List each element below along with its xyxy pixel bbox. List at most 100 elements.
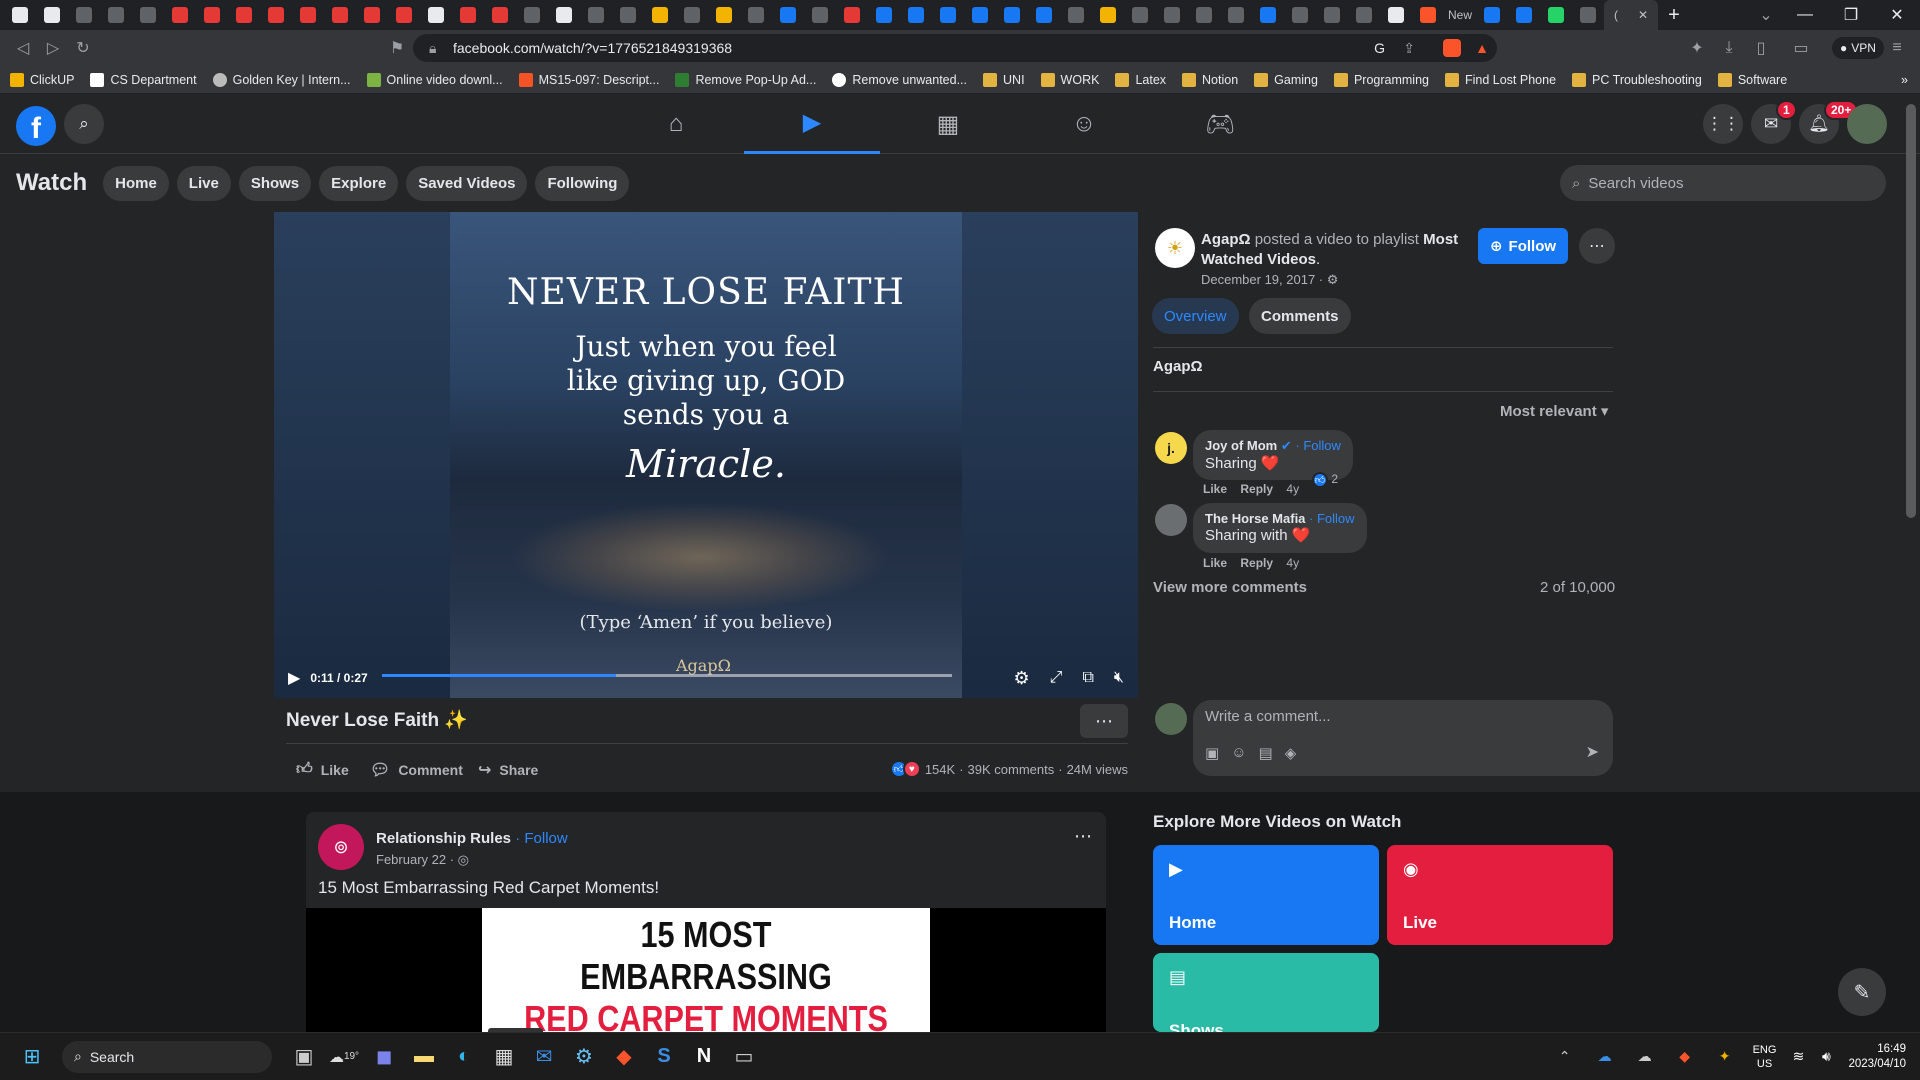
notion-icon[interactable]: N (684, 1037, 724, 1077)
watch-tab-live[interactable]: Live (176, 165, 231, 201)
play-icon[interactable]: ▶ (288, 668, 300, 688)
browser-tab[interactable] (708, 0, 740, 30)
menu-icon[interactable]: ≡ (1882, 33, 1912, 63)
share-button[interactable]: ↪ Share (478, 760, 538, 780)
browser-tab[interactable] (932, 0, 964, 30)
like-button[interactable]: 👍︎ Like (296, 760, 349, 779)
browser-tab[interactable] (132, 0, 164, 30)
view-more-comments-link[interactable]: View more comments (1153, 579, 1307, 596)
facebook-logo-icon[interactable]: f (16, 106, 56, 146)
watch-tab-saved[interactable]: Saved Videos (406, 165, 528, 201)
browser-tab[interactable] (1316, 0, 1348, 30)
app-s-icon[interactable]: S (644, 1037, 684, 1077)
browser-tab[interactable] (548, 0, 580, 30)
downloads-icon[interactable]: ⤓ (1714, 33, 1744, 63)
bookmark-folder[interactable]: Gaming (1254, 72, 1318, 87)
browser-tab-active[interactable]: ( ✕ (1604, 0, 1658, 30)
bookmark-item[interactable]: Online video downl... (366, 72, 503, 87)
new-message-button[interactable]: ✎ (1838, 968, 1886, 1016)
extensions-icon[interactable]: ✦ (1682, 33, 1712, 63)
menu-grid-icon[interactable]: ⋮⋮ (1703, 104, 1743, 144)
browser-tab[interactable] (1092, 0, 1124, 30)
bookmark-folder[interactable]: Latex (1115, 72, 1166, 87)
browser-tab[interactable] (324, 0, 356, 30)
search-icon[interactable]: ⌕ (64, 104, 104, 144)
browser-tab[interactable] (612, 0, 644, 30)
bookmarks-overflow-icon[interactable]: » (1901, 73, 1908, 87)
browser-tab[interactable] (964, 0, 996, 30)
browser-tab[interactable] (740, 0, 772, 30)
browser-tab[interactable] (1220, 0, 1252, 30)
store-icon[interactable]: ▦ (484, 1037, 524, 1077)
comment-reply-link[interactable]: Reply (1240, 482, 1273, 496)
browser-tab[interactable] (36, 0, 68, 30)
browser-tab[interactable] (1508, 0, 1540, 30)
video-player[interactable]: NEVER LOSE FAITH Just when you feel like… (274, 212, 1138, 698)
follow-button[interactable]: ⊕ Follow (1478, 228, 1568, 264)
browser-tab[interactable] (1188, 0, 1220, 30)
fullscreen-icon[interactable]: ⤢ (1050, 669, 1063, 687)
browser-tab[interactable] (1380, 0, 1412, 30)
commenter-follow[interactable]: · Follow (1309, 511, 1355, 526)
wifi-icon[interactable]: ≋ (1784, 1037, 1812, 1077)
bookmark-folder[interactable]: Notion (1182, 72, 1238, 87)
tab-comments[interactable]: Comments (1249, 298, 1351, 334)
bookmark-item[interactable]: ClickUP (10, 72, 74, 87)
edge-icon[interactable]: ◐ (444, 1037, 484, 1077)
more-options-button[interactable]: ⋯ (1080, 704, 1128, 738)
feed-author-avatar[interactable]: ⊚ (318, 824, 364, 870)
browser-tab[interactable] (836, 0, 868, 30)
groups-icon[interactable]: ☺ (1016, 94, 1152, 154)
clock[interactable]: 16:49 2023/04/10 (1848, 1042, 1906, 1072)
minimize-icon[interactable]: — (1782, 0, 1828, 30)
terminal-icon[interactable]: ▭ (724, 1037, 764, 1077)
back-icon[interactable]: ◁ (8, 33, 38, 63)
browser-tab[interactable] (228, 0, 260, 30)
browser-tab[interactable] (804, 0, 836, 30)
bookmark-icon[interactable]: ⚑ (382, 33, 412, 63)
watch-tab-shows[interactable]: Shows (238, 165, 312, 201)
avatar[interactable] (1847, 104, 1887, 144)
post-more-button[interactable]: ⋯ (1579, 228, 1615, 264)
file-explorer-icon[interactable]: ▬ (404, 1037, 444, 1077)
brave-rewards-icon[interactable]: ▲ (1475, 40, 1489, 56)
avatar-sticker-icon[interactable]: ◈ (1285, 744, 1297, 762)
send-icon[interactable]: ➤ (1586, 742, 1599, 762)
start-icon[interactable]: ⊞ (12, 1037, 52, 1077)
close-window-icon[interactable]: ✕ (1874, 0, 1920, 30)
vpn-button[interactable]: ● VPN (1832, 37, 1884, 59)
bookmark-folder[interactable]: WORK (1040, 72, 1099, 87)
browser-tab[interactable] (1028, 0, 1060, 30)
taskbar-search[interactable]: ⌕ Search (62, 1040, 272, 1073)
forward-icon[interactable]: ▷ (38, 33, 68, 63)
feed-more-icon[interactable]: ⋯ (1074, 826, 1092, 847)
reaction-count[interactable]: 154K (925, 762, 955, 777)
browser-tab[interactable] (1540, 0, 1572, 30)
browser-tab[interactable] (388, 0, 420, 30)
onedrive-icon[interactable]: ☁ (1585, 1037, 1625, 1077)
address-bar[interactable]: 🔒︎ facebook.com/watch/?v=177652184931936… (413, 34, 1497, 62)
cloud-icon[interactable]: ☁ (1625, 1037, 1665, 1077)
browser-tab[interactable] (580, 0, 612, 30)
watch-tab-following[interactable]: Following (535, 165, 630, 201)
mute-icon[interactable]: 🔇︎ (1114, 669, 1124, 687)
brave-shield-icon[interactable] (1443, 39, 1461, 57)
browser-tab[interactable] (164, 0, 196, 30)
bookmark-folder[interactable]: PC Troubleshooting (1572, 72, 1702, 87)
browser-tab[interactable] (452, 0, 484, 30)
task-view-icon[interactable]: ▣ (284, 1037, 324, 1077)
sticker-icon[interactable]: ▣ (1205, 744, 1219, 762)
bookmark-item[interactable]: Remove unwanted... (832, 72, 967, 87)
restore-icon[interactable]: ❐ (1828, 0, 1874, 30)
browser-tab[interactable] (516, 0, 548, 30)
tab-overview[interactable]: Overview (1152, 298, 1239, 334)
browser-tab[interactable] (356, 0, 388, 30)
bookmark-folder[interactable]: Programming (1333, 72, 1429, 87)
commenter-avatar[interactable] (1155, 504, 1187, 536)
explore-card-home[interactable]: ▶ Home (1153, 845, 1379, 945)
browser-tab[interactable] (676, 0, 708, 30)
browser-tab[interactable] (1476, 0, 1508, 30)
bookmark-folder[interactable]: Software (1717, 72, 1787, 87)
comment-like-link[interactable]: Like (1203, 482, 1227, 496)
bookmark-item[interactable]: MS15-097: Descript... (518, 72, 659, 87)
